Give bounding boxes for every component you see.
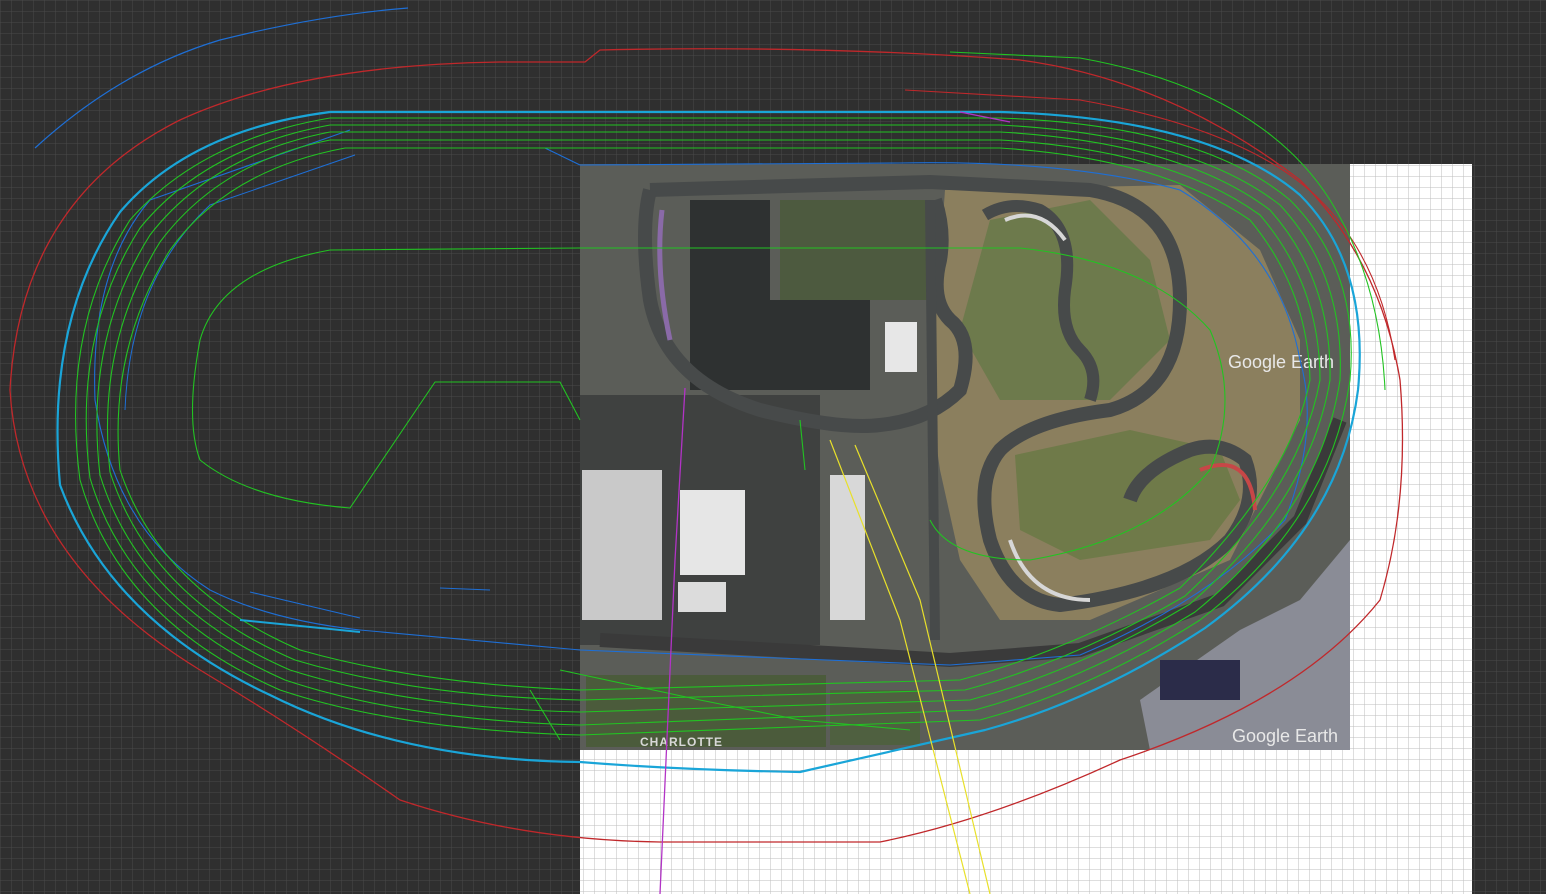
track-signage: CHARLOTTE	[640, 735, 723, 749]
google-earth-watermark-top: Google Earth	[1228, 352, 1334, 372]
map-viewport[interactable]: Google Earth Google Earth CHARLOTTE	[0, 0, 1546, 894]
map-canvas[interactable]: Google Earth Google Earth CHARLOTTE	[0, 0, 1546, 894]
google-earth-watermark-bottom: Google Earth	[1232, 726, 1338, 746]
satellite-image	[580, 164, 1350, 750]
